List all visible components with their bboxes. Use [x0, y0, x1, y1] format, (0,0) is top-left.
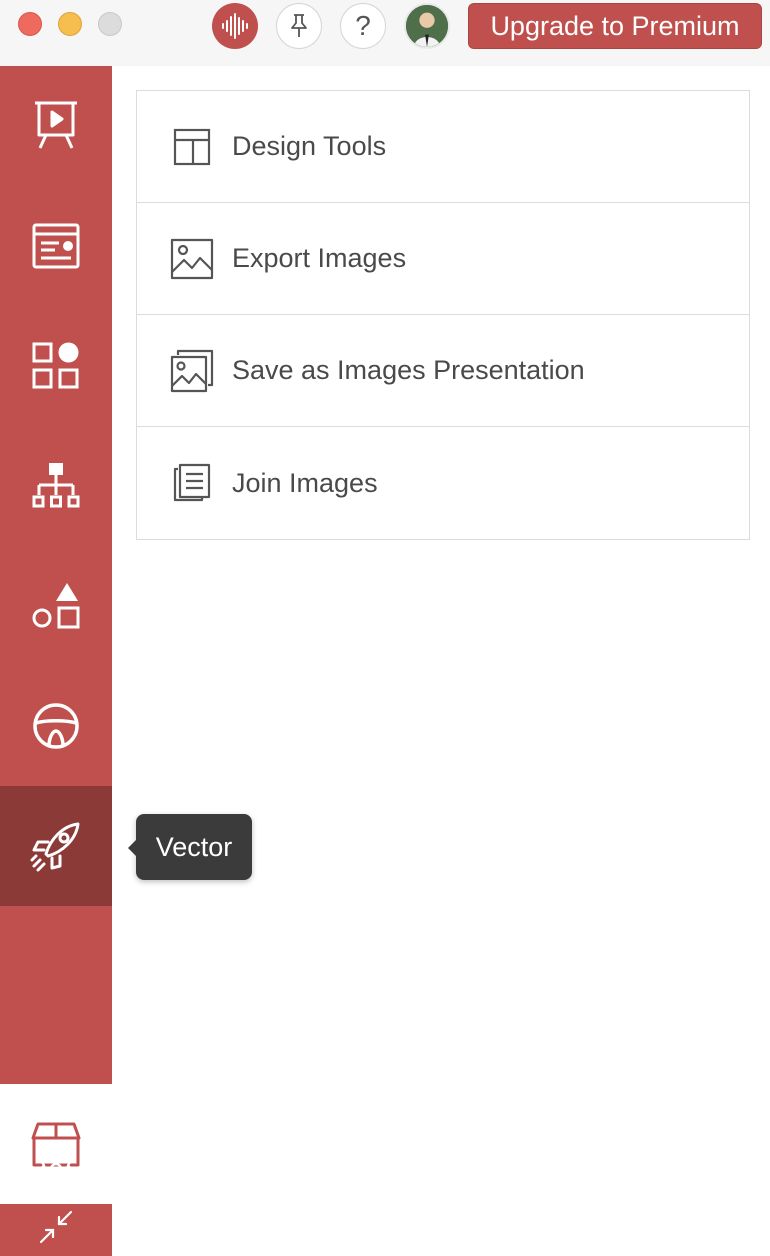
sidebar-item-vector[interactable] [0, 786, 112, 906]
apps-icon [32, 342, 79, 389]
collapse-button[interactable] [0, 1198, 112, 1256]
window-maximize-button[interactable] [98, 12, 122, 36]
title-bar: ? Upgrade to Premium [0, 0, 770, 66]
rocket-icon [30, 822, 80, 872]
article-icon [32, 223, 80, 269]
settings-button[interactable] [0, 1140, 112, 1198]
pin-icon [291, 14, 307, 37]
menu-item-label: Join Images [232, 467, 378, 498]
pin-button[interactable] [276, 3, 322, 49]
document-stack-icon [170, 461, 214, 505]
shapes-icon [32, 583, 80, 629]
sidebar-item-steering[interactable] [0, 666, 112, 786]
steering-wheel-icon [33, 703, 79, 749]
org-chart-icon [32, 463, 80, 508]
gear-icon [37, 1150, 75, 1188]
menu-item-join-images[interactable]: Join Images [137, 427, 749, 539]
presentation-icon [35, 101, 77, 149]
window-close-button[interactable] [18, 12, 42, 36]
menu-item-design-tools[interactable]: Design Tools [137, 91, 749, 203]
voice-button[interactable] [212, 3, 258, 49]
sidebar-item-article[interactable] [0, 186, 112, 306]
layout-icon [170, 125, 214, 169]
sidebar-item-org-chart[interactable] [0, 426, 112, 546]
images-stack-icon [170, 349, 214, 393]
help-icon: ? [355, 10, 371, 41]
menu-item-label: Design Tools [232, 131, 387, 161]
collapse-icon [39, 1210, 73, 1244]
tooltip: Vector [128, 814, 252, 880]
window-minimize-button[interactable] [58, 12, 82, 36]
voice-icon [222, 13, 248, 39]
help-button[interactable]: ? [340, 3, 386, 49]
menu-item-save-as-images-presentation[interactable]: Save as Images Presentation [137, 315, 749, 427]
menu-item-label: Export Images [232, 243, 407, 273]
sidebar-item-apps[interactable] [0, 306, 112, 426]
vector-menu: Design Tools Export Images Save as Image… [136, 90, 750, 540]
avatar[interactable] [404, 3, 450, 49]
sidebar-item-shapes[interactable] [0, 546, 112, 666]
menu-item-label: Save as Images Presentation [232, 355, 585, 385]
avatar-image [406, 5, 448, 47]
sidebar-item-presentation[interactable] [0, 66, 112, 186]
sidebar [0, 66, 112, 1256]
upgrade-button[interactable]: Upgrade to Premium [468, 3, 762, 49]
image-icon [170, 237, 214, 281]
menu-item-export-images[interactable]: Export Images [137, 203, 749, 315]
